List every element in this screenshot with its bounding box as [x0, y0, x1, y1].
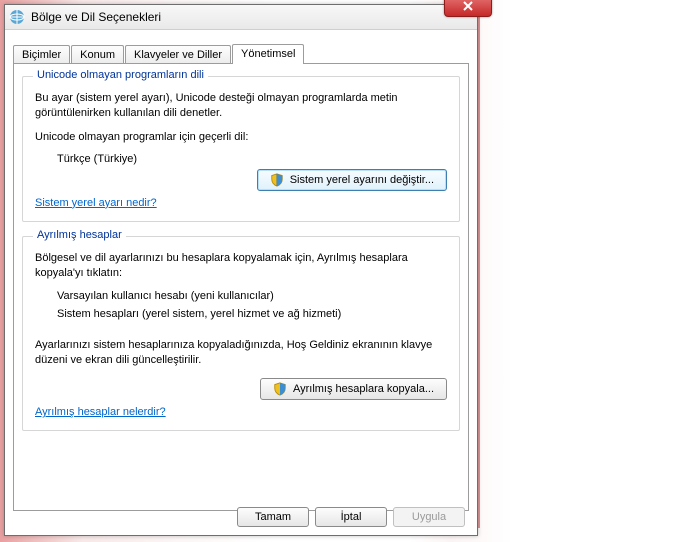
group-title-unicode: Unicode olmayan programların dili	[33, 69, 208, 81]
link-what-are-reserved[interactable]: Ayrılmış hesaplar nelerdir?	[35, 406, 166, 418]
apply-button[interactable]: Uygula	[393, 507, 465, 527]
tab-strip: Biçimler Konum Klavyeler ve Diller Yönet…	[5, 30, 477, 64]
current-locale-value: Türkçe (Türkiye)	[57, 153, 447, 165]
reserved-note: Ayarlarınızı sistem hesaplarınıza kopyal…	[35, 338, 447, 368]
copy-reserved-accounts-label: Ayrılmış hesaplara kopyala...	[293, 383, 434, 395]
reserved-item-default-user: Varsayılan kullanıcı hesabı (yeni kullan…	[57, 290, 447, 302]
shield-icon	[270, 173, 284, 187]
unicode-desc: Bu ayar (sistem yerel ayarı), Unicode de…	[35, 91, 447, 121]
ok-button[interactable]: Tamam	[237, 507, 309, 527]
window-title: Bölge ve Dil Seçenekleri	[31, 10, 161, 24]
region-language-dialog: Bölge ve Dil Seçenekleri Biçimler Konum …	[4, 4, 478, 536]
close-icon	[463, 1, 473, 11]
change-system-locale-label: Sistem yerel ayarını değiştir...	[290, 174, 434, 186]
cancel-button[interactable]: İptal	[315, 507, 387, 527]
close-button[interactable]	[444, 0, 492, 17]
link-what-is-locale[interactable]: Sistem yerel ayarı nedir?	[35, 197, 157, 209]
tab-bicimler[interactable]: Biçimler	[13, 45, 70, 64]
current-locale-label: Unicode olmayan programlar için geçerli …	[35, 131, 447, 143]
tab-yonetimsel[interactable]: Yönetimsel	[232, 44, 304, 64]
copy-reserved-accounts-button[interactable]: Ayrılmış hesaplara kopyala...	[260, 378, 447, 400]
app-icon	[9, 9, 25, 25]
tab-page-yonetimsel: Unicode olmayan programların dili Bu aya…	[13, 63, 469, 511]
shield-icon	[273, 382, 287, 396]
bg-artifact	[478, 6, 480, 528]
tab-klavyeler[interactable]: Klavyeler ve Diller	[125, 45, 231, 64]
titlebar: Bölge ve Dil Seçenekleri	[5, 5, 477, 30]
group-unicode-programs: Unicode olmayan programların dili Bu aya…	[22, 76, 460, 222]
tab-konum[interactable]: Konum	[71, 45, 124, 64]
group-reserved-accounts: Ayrılmış hesaplar Bölgesel ve dil ayarla…	[22, 236, 460, 431]
dialog-footer: Tamam İptal Uygula	[5, 507, 477, 527]
reserved-item-system-accounts: Sistem hesapları (yerel sistem, yerel hi…	[57, 308, 447, 320]
group-title-reserved: Ayrılmış hesaplar	[33, 229, 126, 241]
reserved-desc: Bölgesel ve dil ayarlarınızı bu hesaplar…	[35, 251, 447, 281]
change-system-locale-button[interactable]: Sistem yerel ayarını değiştir...	[257, 169, 447, 191]
desktop-background: Bölge ve Dil Seçenekleri Biçimler Konum …	[0, 0, 683, 542]
